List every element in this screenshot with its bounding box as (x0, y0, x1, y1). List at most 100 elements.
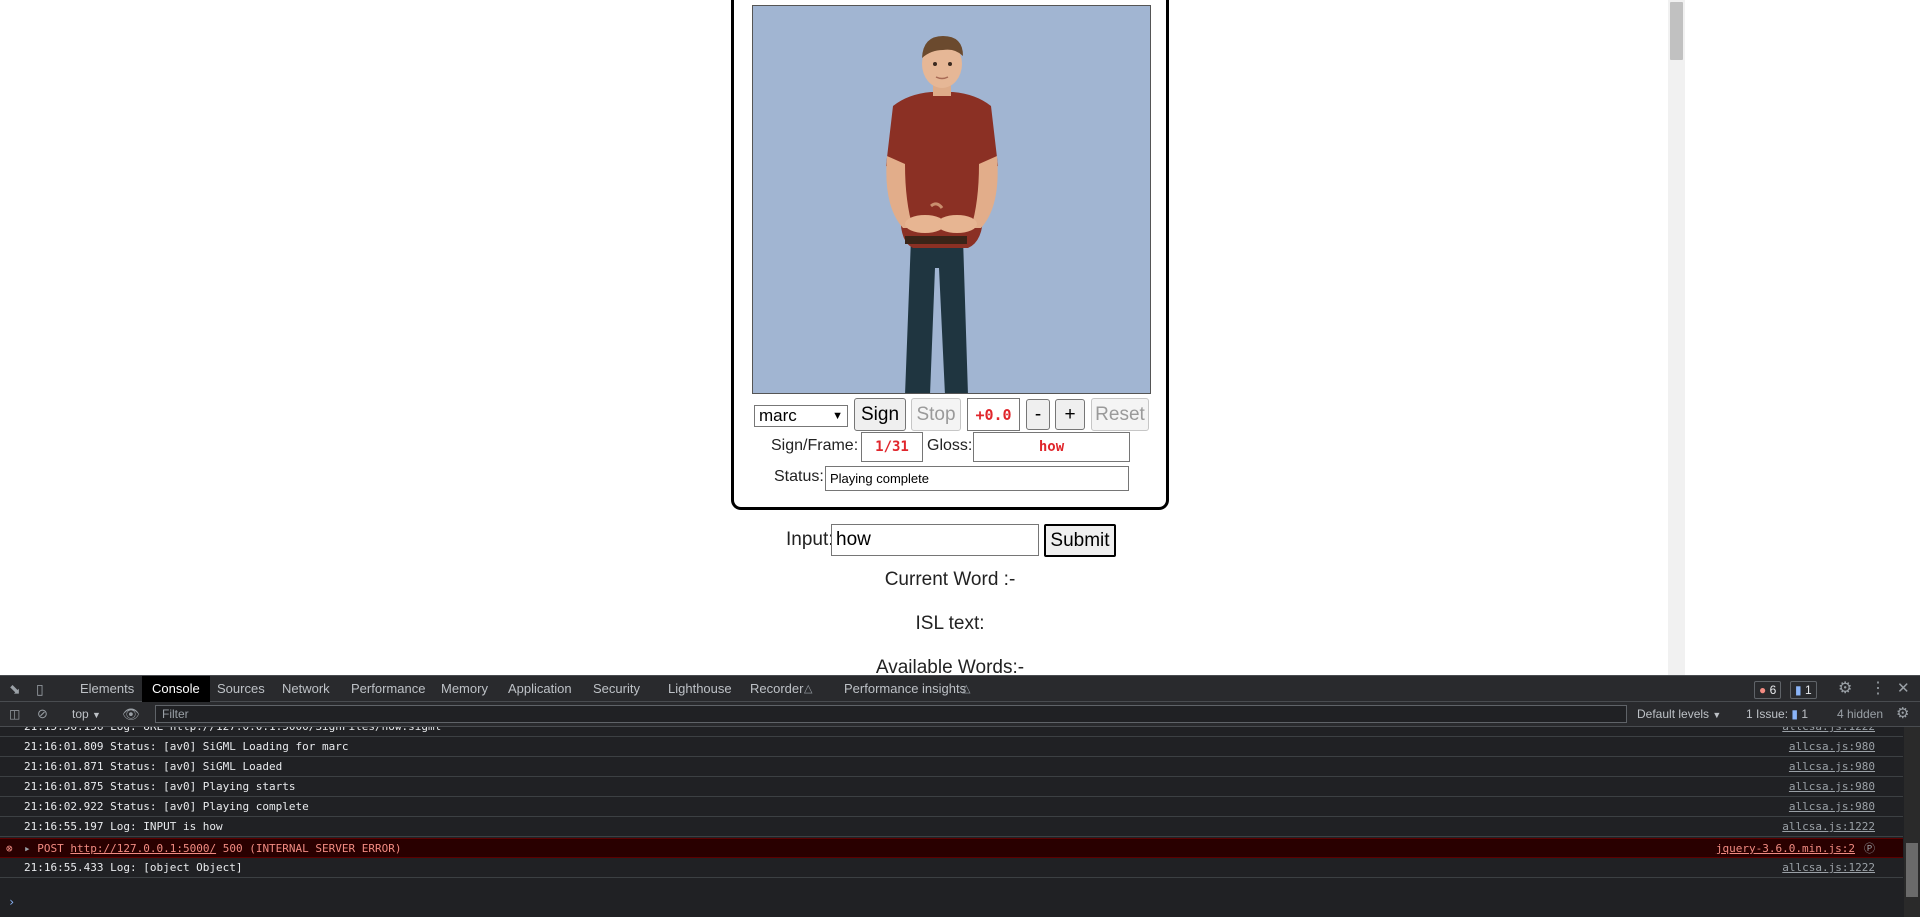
console-row: 21:16:02.922 Status: [av0] Playing compl… (0, 797, 1903, 817)
console-source-link[interactable]: allcsa.js:980 (1789, 737, 1875, 756)
avatar-select-value: marc (759, 406, 797, 425)
eye-icon[interactable]: 👁 (122, 701, 140, 727)
hidden-count: 4 hidden (1837, 707, 1884, 721)
page-scrollbar-thumb[interactable] (1670, 2, 1683, 60)
error-count: 6 (1769, 683, 1777, 697)
tab-security[interactable]: Security (593, 676, 640, 702)
issues-label: 1 Issue: (1746, 707, 1789, 721)
context-select[interactable]: top ▼ (72, 702, 101, 727)
tab-network[interactable]: Network (282, 676, 330, 702)
console-source-link[interactable]: allcsa.js:1222 (1782, 817, 1875, 836)
console-row: 21:16:01.875 Status: [av0] Playing start… (0, 777, 1903, 797)
message-icon: ▮ (1791, 707, 1798, 721)
page-scrollbar[interactable] (1668, 0, 1685, 675)
speed-increase-button[interactable]: + (1055, 399, 1085, 430)
message-count: 1 (1804, 683, 1812, 697)
status-field: Playing complete (825, 466, 1129, 491)
console-message: 21:16:01.809 Status: [av0] SiGML Loading… (24, 740, 349, 753)
speed-decrease-button[interactable]: - (1026, 399, 1050, 430)
network-icon[interactable]: Ⓟ (1864, 839, 1875, 858)
tab-performance-insights[interactable]: Performance insights (844, 676, 966, 702)
console-settings-icon[interactable]: ⚙ (1896, 701, 1909, 727)
console-output: 21:15:56.156 Log: URL http://127.0.0.1:5… (0, 727, 1903, 917)
console-source-link[interactable]: jquery-3.6.0.min.js:2 (1716, 839, 1855, 858)
console-row: 21:15:56.156 Log: URL http://127.0.0.1:5… (0, 727, 1903, 737)
reset-button[interactable]: Reset (1091, 398, 1149, 431)
avatar-canvas[interactable] (752, 5, 1151, 394)
log-levels-select[interactable]: Default levels ▼ (1637, 702, 1721, 727)
console-message: 21:15:56.156 Log: URL http://127.0.0.1:5… (24, 727, 441, 736)
device-toolbar-icon[interactable]: ▯ (36, 676, 44, 702)
console-message: 21:16:55.433 Log: [object Object] (24, 861, 243, 874)
error-url-link[interactable]: http://127.0.0.1:5000/ (70, 842, 216, 855)
flask-icon: △ (804, 683, 813, 695)
available-words-heading: Available Words:- (875, 657, 1025, 675)
console-source-link[interactable]: allcsa.js:1222 (1782, 727, 1875, 736)
tab-sources[interactable]: Sources (217, 676, 265, 702)
signing-avatar-figure (886, 36, 998, 393)
console-error-row: ⊗ ▸ POST http://127.0.0.1:5000/ 500 (INT… (0, 838, 1903, 858)
tab-recorder[interactable]: Recorder (750, 676, 803, 702)
filter-input[interactable]: Filter (155, 705, 1627, 723)
error-count-badge[interactable]: ● 6 (1754, 681, 1782, 699)
issues-count: 1 (1801, 707, 1809, 721)
dropdown-arrow-icon: ▼ (1712, 710, 1722, 720)
console-message: 21:16:01.875 Status: [av0] Playing start… (24, 780, 296, 793)
close-icon[interactable]: ✕ (1897, 676, 1910, 702)
console-error-message: ▸ POST http://127.0.0.1:5000/ 500 (INTER… (24, 839, 402, 858)
console-source-link[interactable]: allcsa.js:1222 (1782, 858, 1875, 877)
console-source-link[interactable]: allcsa.js:980 (1789, 777, 1875, 796)
message-count-badge[interactable]: ▮ 1 (1790, 681, 1817, 699)
speed-display: +0.0 (967, 398, 1020, 431)
console-prompt[interactable]: › (8, 895, 15, 909)
gloss-label: Gloss: (927, 437, 973, 454)
context-value: top (72, 707, 89, 721)
gear-icon[interactable]: ⚙ (1838, 676, 1852, 702)
expand-arrow-icon[interactable]: ▸ (24, 842, 31, 855)
console-message: 21:16:02.922 Status: [av0] Playing compl… (24, 800, 309, 813)
error-icon: ● (1759, 683, 1767, 697)
console-source-link[interactable]: allcsa.js:980 (1789, 797, 1875, 816)
console-row: 21:16:01.871 Status: [av0] SiGML Loaded … (0, 757, 1903, 777)
tab-application[interactable]: Application (508, 676, 572, 702)
console-message: 21:16:55.197 Log: INPUT is how (24, 820, 223, 833)
sign-button[interactable]: Sign (854, 398, 906, 431)
isl-text-heading: ISL text: (915, 613, 985, 634)
console-scrollbar[interactable] (1904, 727, 1920, 917)
more-options-icon[interactable]: ⋮ (1870, 676, 1886, 702)
tab-elements[interactable]: Elements (80, 676, 134, 702)
devtools-tabbar: ⬊ ▯ Elements Console Sources Network Per… (0, 675, 1920, 702)
stop-button[interactable]: Stop (911, 398, 961, 431)
gloss-field: how (973, 432, 1130, 462)
sign-frame-label: Sign/Frame: (771, 437, 859, 454)
console-toolbar: ◫ ⊘ top ▼ 👁 Filter Default levels ▼ 1 Is… (0, 702, 1920, 727)
console-source-link[interactable]: allcsa.js:980 (1789, 757, 1875, 776)
avatar-select[interactable]: marc ▼ (754, 405, 848, 427)
tab-performance[interactable]: Performance (351, 676, 425, 702)
flask-icon: △ (962, 683, 971, 695)
submit-button[interactable]: Submit (1044, 524, 1116, 557)
error-icon: ⊗ (6, 842, 13, 855)
error-method: POST (37, 842, 64, 855)
log-levels-value: Default levels (1637, 707, 1710, 721)
status-label: Status: (774, 468, 824, 485)
clear-console-icon[interactable]: ⊘ (37, 701, 48, 727)
console-row: 21:16:01.809 Status: [av0] SiGML Loading… (0, 737, 1903, 757)
chevron-down-icon: ▼ (832, 410, 843, 422)
web-page: marc ▼ Sign Stop +0.0 - + Reset Sign/Fra… (0, 0, 1920, 675)
text-input[interactable]: how (831, 524, 1039, 556)
message-icon: ▮ (1795, 683, 1802, 697)
tab-memory[interactable]: Memory (441, 676, 488, 702)
inspect-element-icon[interactable]: ⬊ (9, 676, 21, 702)
dropdown-arrow-icon: ▼ (92, 710, 101, 720)
console-row: 21:16:55.433 Log: [object Object] allcsa… (0, 858, 1903, 878)
tab-lighthouse[interactable]: Lighthouse (668, 676, 732, 702)
devtools-panel: ⬊ ▯ Elements Console Sources Network Per… (0, 675, 1920, 917)
console-row: 21:16:55.197 Log: INPUT is how allcsa.js… (0, 817, 1903, 837)
input-label: Input: (786, 529, 834, 550)
issues-button[interactable]: 1 Issue: ▮ 1 (1746, 702, 1808, 726)
tab-console[interactable]: Console (142, 676, 210, 702)
console-message: 21:16:01.871 Status: [av0] SiGML Loaded (24, 760, 283, 773)
console-scrollbar-thumb[interactable] (1906, 843, 1918, 897)
sidebar-toggle-icon[interactable]: ◫ (9, 701, 20, 727)
